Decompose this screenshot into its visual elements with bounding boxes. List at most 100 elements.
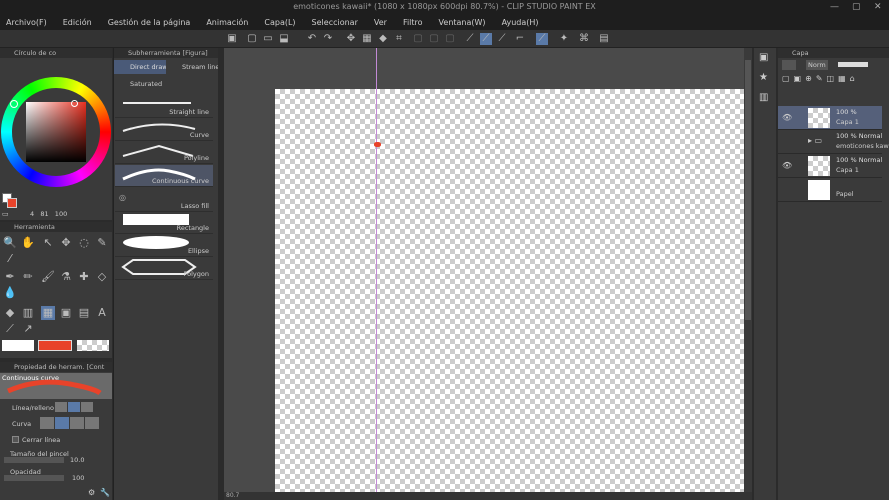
subtool-rectangle[interactable]: Rectangle: [115, 212, 213, 234]
sub-color-bar[interactable]: [2, 340, 34, 351]
curve-quadratic-icon[interactable]: [70, 417, 84, 429]
invert-selection-icon[interactable]: ▢: [444, 33, 456, 45]
layer-row-paper[interactable]: Papel: [778, 178, 882, 202]
snap-special-icon[interactable]: ⟋: [496, 33, 508, 45]
blend-mode-select[interactable]: Norm: [806, 60, 828, 70]
decoration-tool-icon[interactable]: ✚: [77, 270, 91, 284]
close-line-checkbox[interactable]: [12, 436, 19, 443]
crop-icon[interactable]: ⌗: [393, 33, 405, 45]
save-icon[interactable]: ⬓: [278, 33, 290, 45]
tab-direct-draw[interactable]: Direct draw: [114, 60, 166, 74]
eyedropper-icon[interactable]: ⁄: [3, 252, 17, 266]
line-mode-icon[interactable]: [55, 402, 67, 412]
color-panel-tab[interactable]: Círculo de co: [0, 48, 112, 58]
eraser-tool-icon[interactable]: ◇: [95, 270, 109, 284]
blend-tool-icon[interactable]: 💧: [3, 286, 17, 300]
subtool-lasso-fill[interactable]: ◎ Lasso fill: [115, 190, 213, 212]
zoom-readout[interactable]: 80.7: [226, 492, 239, 499]
curve-cubic-icon[interactable]: [85, 417, 99, 429]
settings-icon[interactable]: ⚙: [88, 488, 95, 497]
brush-size-slider[interactable]: [4, 457, 64, 463]
subtool-curve[interactable]: Curve: [115, 119, 213, 141]
line-fill-mode-icon[interactable]: [81, 402, 93, 412]
transparent-icon[interactable]: ▭: [2, 210, 9, 218]
fill-tool-icon[interactable]: ◆: [3, 306, 17, 320]
layer-property-icon[interactable]: ▥: [759, 92, 768, 103]
correct-line-tool-icon[interactable]: ↗: [21, 322, 35, 336]
maximize-icon[interactable]: ▢: [852, 0, 861, 14]
subtool-polygon[interactable]: Polygon: [115, 258, 213, 280]
layer-row-folder[interactable]: ▸ ▭ 100 % Normal emoticones kawai: [778, 130, 889, 154]
magic-icon[interactable]: ✦: [558, 33, 570, 45]
drawing-canvas[interactable]: [275, 89, 744, 492]
opacity-slider[interactable]: [4, 475, 64, 481]
menu-archivo[interactable]: Archivo(F): [6, 18, 47, 27]
selection-launcher-icon[interactable]: ⌘: [578, 33, 590, 45]
open-folder-icon[interactable]: ▭: [262, 33, 274, 45]
canvas-icon[interactable]: ▣: [226, 33, 238, 45]
menu-ver[interactable]: Ver: [374, 18, 387, 27]
text-tool-icon[interactable]: A: [95, 306, 109, 320]
curve-spline-icon[interactable]: [55, 417, 69, 429]
lasso-tool-icon[interactable]: ◌: [77, 236, 91, 250]
hand-tool-icon[interactable]: ✋: [21, 236, 35, 250]
balloon-tool-icon[interactable]: ⟋: [3, 322, 17, 336]
minimize-icon[interactable]: —: [830, 0, 839, 14]
undo-icon[interactable]: ↶: [306, 33, 318, 45]
menu-capa[interactable]: Capa(L): [264, 18, 295, 27]
opacity-value[interactable]: 100: [72, 474, 84, 482]
select-all-icon[interactable]: ▢: [412, 33, 424, 45]
airbrush-tool-icon[interactable]: ⚗: [59, 270, 73, 284]
transparent-color-bar[interactable]: [77, 340, 109, 351]
brush-tool-icon[interactable]: 🖌: [41, 270, 55, 284]
figure-tool-icon[interactable]: ▦: [41, 306, 55, 320]
menu-seleccionar[interactable]: Seleccionar: [312, 18, 358, 27]
saturation-value-square[interactable]: [26, 102, 86, 162]
menu-gestion-pagina[interactable]: Gestión de la página: [108, 18, 191, 27]
close-icon[interactable]: ✕: [874, 0, 882, 14]
layer-row-capa1[interactable]: 👁 100 % Normal Capa 1: [778, 154, 882, 178]
folder-icon[interactable]: ▸ ▭: [808, 136, 822, 145]
ruler-tool-icon[interactable]: ▤: [77, 306, 91, 320]
subtool-continuous-curve[interactable]: Continuous curve: [115, 165, 213, 187]
menu-ayuda[interactable]: Ayuda(H): [502, 18, 539, 27]
snap-ruler-icon[interactable]: ⟋: [480, 33, 492, 45]
tab-saturated[interactable]: Saturated: [114, 77, 166, 91]
layer-icon[interactable]: ▤: [598, 33, 610, 45]
menu-edicion[interactable]: Edición: [63, 18, 92, 27]
color-marker[interactable]: [71, 100, 78, 107]
layer-tools-row[interactable]: ▢▣⊕✎◫▦⌂: [782, 74, 882, 86]
subtool-ellipse[interactable]: Ellipse: [115, 235, 213, 257]
snap-active-icon[interactable]: ⟋: [536, 33, 548, 45]
snap-grid-icon[interactable]: ⌐: [514, 33, 526, 45]
menu-filtro[interactable]: Filtro: [403, 18, 423, 27]
visibility-eye-icon[interactable]: 👁: [782, 113, 792, 122]
redo-icon[interactable]: ↷: [322, 33, 334, 45]
brush-size-value[interactable]: 10.0: [70, 456, 84, 464]
visibility-eye-icon[interactable]: 👁: [782, 161, 792, 170]
subtool-straight-line[interactable]: Straight line: [115, 96, 213, 118]
navigator-icon[interactable]: ▣: [759, 52, 768, 63]
clear-icon[interactable]: ▦: [361, 33, 373, 45]
pen-tool-icon[interactable]: ✒: [3, 270, 17, 284]
main-color-bar[interactable]: [38, 340, 72, 351]
hue-marker[interactable]: [10, 100, 18, 108]
layer-row-capa1-selected[interactable]: 👁 100 % Capa 1: [778, 106, 882, 130]
new-file-icon[interactable]: ▢: [246, 33, 258, 45]
subtool-polyline[interactable]: Polyline: [115, 142, 213, 164]
opacity-slider-layer[interactable]: [838, 62, 868, 67]
menu-animacion[interactable]: Animación: [206, 18, 248, 27]
move-tool-icon[interactable]: ✥: [59, 236, 73, 250]
wrench-icon[interactable]: 🔧: [100, 488, 110, 497]
tab-stream-line[interactable]: Stream line: [166, 60, 218, 74]
curve-straight-icon[interactable]: [40, 417, 54, 429]
operation-tool-icon[interactable]: ↖: [41, 236, 55, 250]
zoom-tool-icon[interactable]: 🔍: [3, 236, 17, 250]
main-color-swatch[interactable]: [7, 198, 17, 208]
scrollbar-thumb[interactable]: [745, 60, 751, 320]
ruler-icon[interactable]: ⟋: [464, 33, 476, 45]
fill-mode-icon[interactable]: [68, 402, 80, 412]
transform-icon[interactable]: ✥: [345, 33, 357, 45]
auto-select-icon[interactable]: ✎: [95, 236, 109, 250]
gradient-tool-icon[interactable]: ▥: [21, 306, 35, 320]
